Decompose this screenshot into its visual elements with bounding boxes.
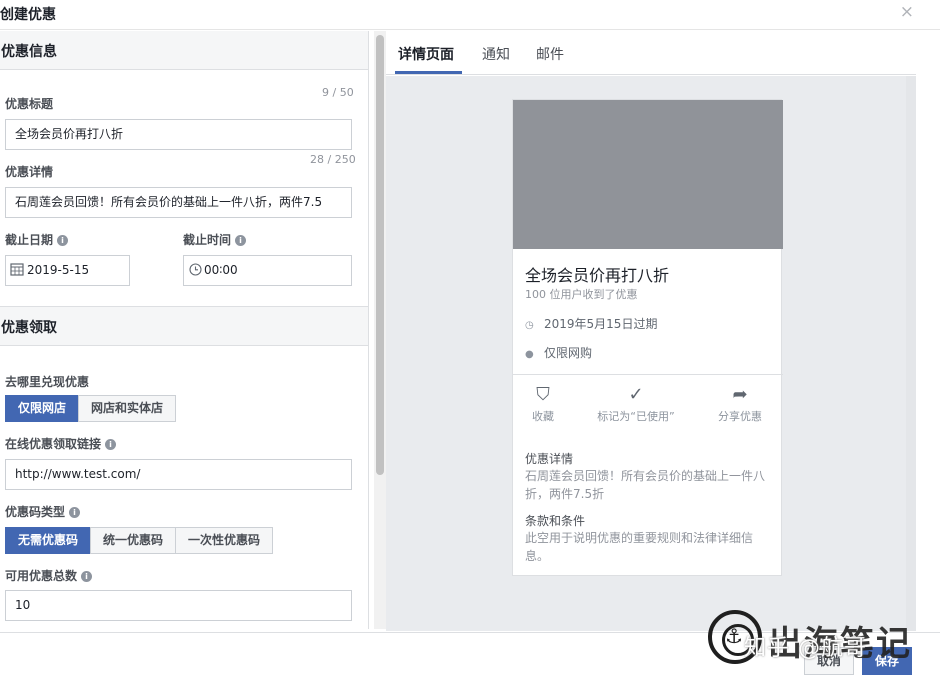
online-link-label: 在线优惠领取链接 i xyxy=(5,435,117,452)
end-date-label: 截止日期 i xyxy=(5,231,69,248)
clock-icon xyxy=(189,263,202,276)
form-scrollbar[interactable] xyxy=(374,31,386,629)
end-date-value: 2019-5-15 xyxy=(27,263,90,277)
bookmark-icon: ⛉ xyxy=(536,384,550,405)
online-link-label-text: 在线优惠领取链接 xyxy=(5,437,102,451)
preview-tabs: 详情页面 通知 邮件 xyxy=(386,31,916,75)
option-online-and-store[interactable]: 网店和实体店 xyxy=(78,395,177,422)
total-offers-label: 可用优惠总数 i xyxy=(5,567,93,584)
preview-panel: 详情页面 通知 邮件 全场会员价再打八折 100 位用户收到了优惠 ◷ 2019年… xyxy=(386,31,916,631)
code-type-label-text: 优惠码类型 xyxy=(5,505,66,519)
help-icon[interactable]: i xyxy=(57,235,69,246)
offer-preview-card: 全场会员价再打八折 100 位用户收到了优惠 ◷ 2019年5月15日过期 ● 仅限… xyxy=(512,99,783,576)
code-type-selector: 无需优惠码 统一优惠码 一次性优惠码 xyxy=(5,527,274,554)
tab-notification[interactable]: 通知 xyxy=(482,44,510,64)
offer-image-placeholder xyxy=(513,100,783,249)
section-header-offer-info: 优惠信息 xyxy=(0,31,368,70)
card-details-text: 石周莲会员回馈！所有会员价的基础上一件八折，两件7.5折 xyxy=(525,469,766,501)
card-details-heading: 优惠详情 xyxy=(525,452,574,466)
help-icon[interactable]: i xyxy=(81,571,93,582)
card-terms-text: 此空用于说明优惠的重要规则和法律详细信息。 xyxy=(525,531,754,563)
action-label: 收藏 xyxy=(532,410,554,423)
share-icon: ➦ xyxy=(732,384,748,405)
total-offers-label-text: 可用优惠总数 xyxy=(5,569,78,583)
preview-scrollbar[interactable] xyxy=(906,76,916,631)
section-header-offer-claim: 优惠领取 xyxy=(0,306,368,346)
total-offers-input[interactable]: 10 xyxy=(5,590,352,621)
code-type-label: 优惠码类型 i xyxy=(5,503,81,520)
option-no-code[interactable]: 无需优惠码 xyxy=(5,527,92,554)
section-title: 优惠领取 xyxy=(1,320,57,336)
tab-email[interactable]: 邮件 xyxy=(536,44,564,64)
check-icon: ✓ xyxy=(628,384,644,405)
card-expiry-row: ◷ 2019年5月15日过期 xyxy=(525,315,657,332)
clock-small-icon: ◷ xyxy=(525,320,534,331)
watermark: 出海笔记 知乎 @航哥 xyxy=(708,608,924,668)
card-terms-heading: 条款和条件 xyxy=(525,514,586,528)
card-scope-row: ● 仅限网购 xyxy=(525,344,592,361)
watermark-author: 知乎 @航哥 xyxy=(744,636,867,661)
section-title: 优惠信息 xyxy=(1,44,57,60)
option-one-time-code[interactable]: 一次性优惠码 xyxy=(175,527,274,554)
details-char-counter: 28 / 250 xyxy=(310,153,356,166)
option-online-only[interactable]: 仅限网店 xyxy=(5,395,80,422)
end-time-field[interactable]: 00∶00 xyxy=(183,255,352,286)
preview-canvas: 全场会员价再打八折 100 位用户收到了优惠 ◷ 2019年5月15日过期 ● 仅限… xyxy=(386,76,906,631)
action-label: 分享优惠 xyxy=(718,410,762,423)
mark-used-action[interactable]: ✓ 标记为“已使用” xyxy=(591,382,681,424)
card-scope: 仅限网购 xyxy=(544,346,593,360)
card-divider xyxy=(513,374,783,375)
offer-details-label: 优惠详情 xyxy=(5,165,54,179)
offer-title-label: 优惠标题 xyxy=(5,97,54,111)
card-title: 全场会员价再打八折 xyxy=(525,266,670,285)
title-char-counter: 9 / 50 xyxy=(322,86,354,99)
end-time-label-text: 截止时间 xyxy=(183,233,232,247)
action-label: 标记为“已使用” xyxy=(597,410,675,423)
redeem-location-label: 去哪里兑现优惠 xyxy=(5,375,90,389)
active-tab-indicator xyxy=(395,71,462,74)
card-claim-count: 100 位用户收到了优惠 xyxy=(525,288,638,301)
scrollbar-thumb[interactable] xyxy=(376,35,384,475)
redeem-location-selector: 仅限网店 网店和实体店 xyxy=(5,395,177,422)
end-time-value: 00∶00 xyxy=(204,263,238,277)
save-offer-action[interactable]: ⛉ 收藏 xyxy=(523,382,563,424)
help-icon[interactable]: i xyxy=(235,235,247,246)
end-date-field[interactable]: 2019-5-15 xyxy=(5,255,130,286)
end-date-label-text: 截止日期 xyxy=(5,233,54,247)
close-icon[interactable]: × xyxy=(900,3,914,21)
offer-title-input[interactable]: 全场会员价再打八折 xyxy=(5,119,352,150)
globe-icon: ● xyxy=(525,349,534,360)
dialog-header: 创建优惠 × xyxy=(0,0,940,30)
card-expiry: 2019年5月15日过期 xyxy=(544,317,658,331)
help-icon[interactable]: i xyxy=(105,439,117,450)
help-icon[interactable]: i xyxy=(69,507,81,518)
end-time-label: 截止时间 i xyxy=(183,231,247,248)
calendar-icon xyxy=(10,263,24,276)
offer-form-panel: 优惠信息 9 / 50 优惠标题 全场会员价再打八折 28 / 250 优惠详情… xyxy=(0,31,369,629)
offer-details-input[interactable]: 石周莲会员回馈！所有会员价的基础上一件八折，两件7.5 xyxy=(5,187,352,218)
share-offer-action[interactable]: ➦ 分享优惠 xyxy=(711,382,769,424)
option-unified-code[interactable]: 统一优惠码 xyxy=(90,527,177,554)
online-link-input[interactable]: http://www.test.com/ xyxy=(5,459,352,490)
dialog-title: 创建优惠 xyxy=(0,7,56,23)
tab-details-page[interactable]: 详情页面 xyxy=(398,44,454,64)
